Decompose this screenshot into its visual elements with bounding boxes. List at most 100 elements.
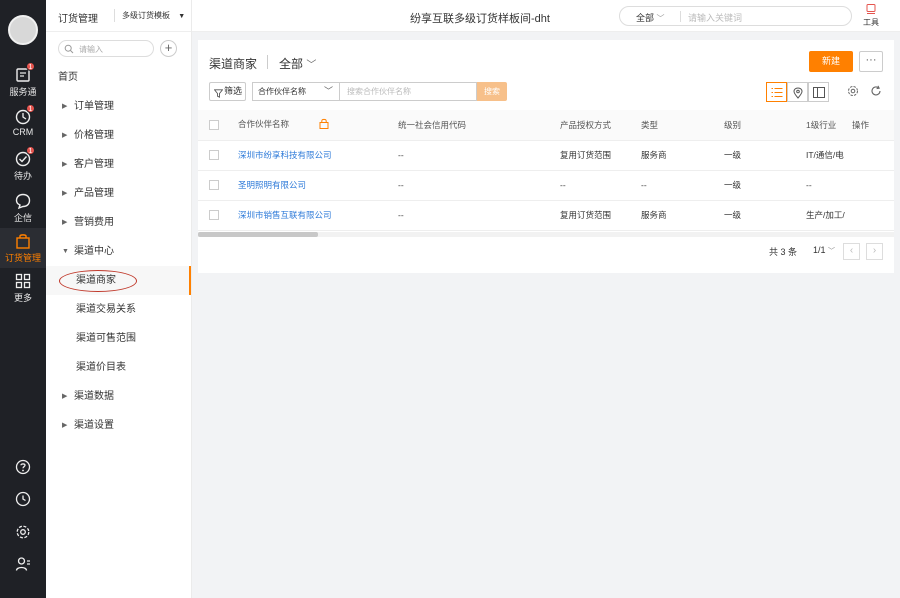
- column-header[interactable]: 操作: [852, 110, 894, 141]
- partner-name-link[interactable]: 深圳市纷享科技有限公司: [238, 140, 398, 171]
- table-cell: 一级: [724, 200, 806, 231]
- sidebar-item-label: 渠道交易关系: [76, 304, 136, 315]
- rail-item-todo[interactable]: 1 待办: [0, 146, 46, 190]
- sidebar-item-channel-sale-scope[interactable]: 渠道可售范围: [46, 324, 191, 353]
- sidebar-item-channel-settings[interactable]: ▶ 渠道设置: [46, 411, 191, 440]
- search-icon: [64, 44, 74, 57]
- chevron-down-icon: ﹀: [656, 14, 665, 23]
- list-view-button[interactable]: [766, 82, 787, 102]
- table-row[interactable]: 圣明照明有限公司 -- -- -- 一级 --: [198, 170, 894, 201]
- sidebar-item-channel-price-list[interactable]: 渠道价目表: [46, 353, 191, 382]
- rail-item-order-management[interactable]: 订货管理: [0, 228, 46, 268]
- next-page-button[interactable]: ›: [866, 243, 883, 260]
- caret-right-icon: ▶: [62, 161, 68, 168]
- map-view-button[interactable]: [787, 82, 808, 102]
- todo-icon: 1: [14, 146, 35, 168]
- row-checkbox-cell[interactable]: [198, 140, 238, 171]
- search-placeholder: 请输入关键词: [688, 13, 743, 23]
- more-button[interactable]: ···: [859, 51, 883, 72]
- filter-button[interactable]: 筛选: [209, 82, 246, 101]
- search-field-select[interactable]: 合作伙伴名称 ﹀: [252, 82, 339, 101]
- table-cell: --: [806, 170, 852, 201]
- table-cell: 生产/加工/: [806, 200, 852, 231]
- page-select-label: 1/1: [813, 245, 826, 255]
- table-cell: --: [560, 170, 641, 201]
- sidebar-item-channel-relations[interactable]: 渠道交易关系: [46, 295, 191, 324]
- new-button[interactable]: 新建: [809, 51, 853, 72]
- caret-right-icon: ▶: [62, 132, 68, 139]
- add-button[interactable]: +: [160, 40, 177, 57]
- column-header[interactable]: 1级行业: [806, 110, 852, 141]
- refresh-icon[interactable]: [870, 85, 882, 100]
- template-select-label: 多级订货模板: [122, 11, 170, 20]
- history-icon[interactable]: [0, 491, 46, 510]
- select-all-checkbox-cell[interactable]: [198, 110, 238, 141]
- sidebar-item-channel-merchants[interactable]: 渠道商家: [46, 266, 191, 295]
- rail-label: 服务通: [9, 87, 37, 97]
- rail-item-chat[interactable]: 企信: [0, 192, 46, 232]
- table-row[interactable]: 深圳市纷享科技有限公司 -- 复用订货范围 服务商 一级 IT/通信/电: [198, 140, 894, 171]
- sidebar-item-channel-center[interactable]: ▼ 渠道中心: [46, 237, 191, 266]
- sidebar-item-home[interactable]: 首页: [46, 63, 191, 92]
- row-checkbox-cell[interactable]: [198, 200, 238, 231]
- search-scope-select[interactable]: 全部 ﹀: [636, 11, 665, 24]
- global-search-input[interactable]: 全部 ﹀ 请输入关键词: [619, 6, 852, 26]
- notification-badge: 1: [26, 104, 35, 113]
- table-row[interactable]: 深圳市销售互联有限公司 -- 复用订货范围 服务商 一级 生产/加工/: [198, 200, 894, 231]
- sidebar-item-channel-data[interactable]: ▶ 渠道数据: [46, 382, 191, 411]
- sidebar-item-label: 渠道中心: [74, 246, 114, 257]
- notification-badge: 1: [26, 146, 35, 155]
- total-count: 共 3 条: [769, 247, 798, 257]
- app-name: 订货管理: [58, 14, 98, 25]
- column-header[interactable]: 级别: [724, 110, 806, 141]
- sidebar-item-orders[interactable]: ▶ 订单管理: [46, 92, 191, 121]
- annotation-circle: [59, 270, 137, 292]
- column-header[interactable]: 统一社会信用代码: [398, 110, 560, 141]
- help-icon[interactable]: [0, 459, 46, 478]
- tools-label: 工具: [863, 18, 879, 27]
- column-header[interactable]: 产品授权方式: [560, 110, 641, 141]
- sidebar-item-customers[interactable]: ▶ 客户管理: [46, 150, 191, 179]
- sidebar-item-products[interactable]: ▶ 产品管理: [46, 179, 191, 208]
- column-header[interactable]: 合作伙伴名称: [238, 110, 398, 141]
- horizontal-scrollbar[interactable]: [198, 232, 894, 237]
- page-select[interactable]: 1/1 ﹀: [813, 245, 835, 256]
- filter-label: 筛选: [224, 86, 243, 96]
- rail-item-more[interactable]: 更多: [0, 272, 46, 312]
- caret-down-icon: ▼: [178, 13, 186, 20]
- avatar[interactable]: [8, 15, 38, 45]
- template-select[interactable]: 多级订货模板 ▼: [122, 10, 185, 21]
- user-icon[interactable]: [0, 556, 46, 575]
- search-button[interactable]: 搜索: [477, 82, 507, 101]
- sidebar-item-marketing-costs[interactable]: ▶ 营销费用: [46, 208, 191, 237]
- row-checkbox[interactable]: [209, 180, 219, 191]
- split-view-button[interactable]: [808, 82, 829, 102]
- table-cell: [852, 170, 894, 201]
- sidebar-item-label: 订单管理: [74, 101, 114, 112]
- partner-name-link[interactable]: 圣明照明有限公司: [238, 170, 398, 201]
- partner-name-link[interactable]: 深圳市销售互联有限公司: [238, 200, 398, 231]
- list-panel: 渠道商家 全部 ﹀ 新建 ··· 筛选 合作伙伴名称 ﹀ 搜索合作伙伴名称 搜索: [198, 40, 894, 273]
- row-checkbox[interactable]: [209, 210, 219, 221]
- page-title: 纷享互联多级订货样板间-dht: [410, 13, 550, 25]
- partner-search-input[interactable]: 搜索合作伙伴名称: [339, 82, 477, 101]
- caret-right-icon: ▶: [62, 393, 68, 400]
- chevron-down-icon: ﹀: [828, 248, 836, 255]
- rail-item-service[interactable]: 1 服务通: [0, 62, 46, 106]
- settings-icon[interactable]: [0, 524, 46, 543]
- scrollbar-thumb[interactable]: [198, 232, 318, 237]
- prev-page-button[interactable]: ‹: [843, 243, 860, 260]
- sidebar-search-input[interactable]: 请输入: [58, 40, 154, 57]
- module-sidebar: 订货管理 请输入 + 首页 ▶ 订单管理 ▶ 价格管理 ▶ 客户管理 ▶ 产品管理 ▶ 营…: [46, 0, 192, 598]
- sidebar-item-pricing[interactable]: ▶ 价格管理: [46, 121, 191, 150]
- row-checkbox-cell[interactable]: [198, 170, 238, 201]
- scope-select[interactable]: 全部 ﹀: [279, 55, 316, 72]
- chevron-down-icon: ﹀: [306, 60, 317, 71]
- caret-right-icon: ▶: [62, 219, 68, 226]
- settings-icon[interactable]: [847, 85, 859, 100]
- row-checkbox[interactable]: [209, 150, 219, 161]
- select-all-checkbox[interactable]: [209, 120, 219, 131]
- rail-item-crm[interactable]: 1 CRM: [0, 104, 46, 148]
- tools-button[interactable]: 工具: [856, 3, 886, 28]
- column-header[interactable]: 类型: [641, 110, 724, 141]
